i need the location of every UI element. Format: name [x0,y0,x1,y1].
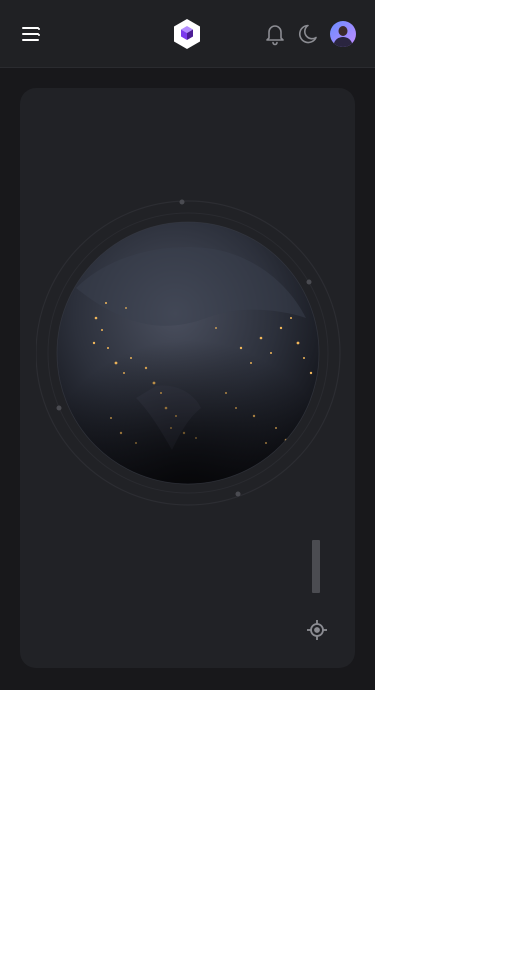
earth-at-night-globe[interactable] [35,188,355,518]
locate-button[interactable] [305,618,329,642]
map-card [20,88,355,668]
zoom-slider[interactable] [312,540,320,593]
notifications-button[interactable] [263,21,287,47]
theme-toggle-button[interactable] [297,21,321,47]
crosshair-locate-icon [307,620,327,640]
top-app-bar [0,0,375,68]
menu-button[interactable] [22,25,42,43]
bell-icon [266,25,284,46]
app-root [0,0,375,690]
user-avatar[interactable] [330,21,356,47]
cube-logo-icon[interactable] [172,18,202,50]
moon-icon [299,24,317,44]
